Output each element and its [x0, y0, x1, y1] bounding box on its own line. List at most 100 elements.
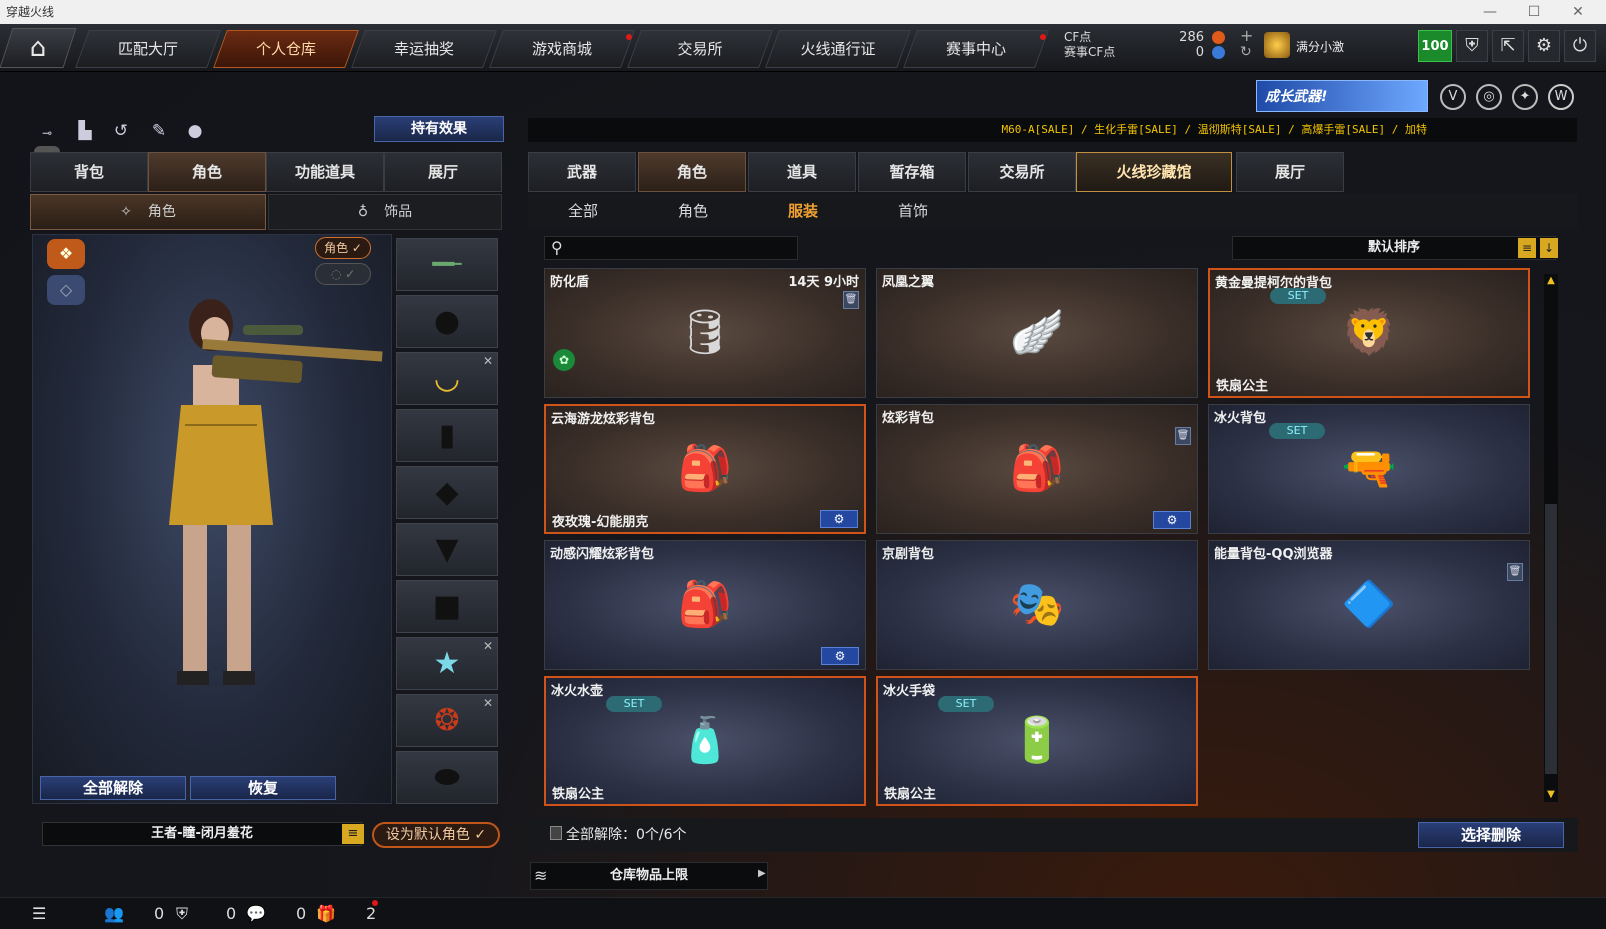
role-toggle-button[interactable]: 角色 ✓ [315, 237, 371, 259]
tab-event-center[interactable]: 赛事中心 [903, 30, 1049, 68]
slot-pants[interactable]: ■ [396, 580, 498, 633]
filter-clothing[interactable]: 服装 [748, 194, 858, 228]
trash-icon[interactable]: 🗑 [1175, 427, 1191, 445]
item-card[interactable]: 动感闪耀炫彩背包 🎒 ⚙ [544, 540, 866, 670]
return-icon[interactable]: ⇱ [1492, 30, 1524, 62]
search-input[interactable]: ⚲ [544, 236, 798, 260]
history-icon[interactable]: ↺ [108, 118, 134, 144]
shield-icon[interactable]: ⛨ [1456, 30, 1488, 62]
gear-icon[interactable]: ⚙ [1528, 30, 1560, 62]
item-card[interactable]: 冰火背包 SET 🔫 [1208, 404, 1530, 534]
trash-icon[interactable]: 🗑 [843, 291, 859, 309]
tab-exchange[interactable]: 交易所 [627, 30, 773, 68]
select-delete-button[interactable]: 选择删除 [1418, 822, 1564, 848]
remove-icon[interactable]: ✕ [483, 696, 493, 710]
slot-vest[interactable]: ▮ [396, 409, 498, 462]
release-all-button[interactable]: 全部解除 [40, 776, 186, 800]
tab-characters[interactable]: 角色 [638, 152, 746, 192]
item-card[interactable]: 炫彩背包 🗑 🎒 ⚙ [876, 404, 1198, 534]
maximize-icon[interactable]: ☐ [1514, 0, 1554, 24]
item-card[interactable]: 能量背包-QQ浏览器 🗑 🔷 [1208, 540, 1530, 670]
preset-menu-icon[interactable]: ≡ [342, 824, 364, 844]
effect-button[interactable]: 持有效果 [374, 116, 504, 142]
tab-trade[interactable]: 交易所 [968, 152, 1076, 192]
slot-backpack[interactable]: ▼ [396, 523, 498, 576]
item-card[interactable]: 冰火水壶 SET 🧴 铁扇公主 [544, 676, 866, 806]
trophy-icon[interactable]: ✦ [1512, 84, 1538, 110]
slot-shoes[interactable]: ⬬ [396, 751, 498, 804]
gift-icon[interactable]: 🎁 [316, 904, 336, 923]
tab-showroom[interactable]: 展厅 [384, 152, 502, 192]
tab-match-lobby[interactable]: 匹配大厅 [75, 30, 221, 68]
tab-character[interactable]: 角色 [148, 152, 266, 192]
globe-icon[interactable]: ◎ [1476, 84, 1502, 110]
slot-armor[interactable]: ◆ [396, 466, 498, 519]
expand-arrow-icon[interactable]: ▶ [758, 868, 766, 879]
tab-items[interactable]: 道具 [748, 152, 856, 192]
mask-emblem-icon[interactable]: ◇ [47, 275, 85, 305]
slot-weapon[interactable]: ━╾ [396, 238, 498, 291]
gear-icon[interactable]: ⚙ [821, 647, 859, 665]
tab-personal-storage[interactable]: 个人仓库 [213, 30, 359, 68]
preset-name[interactable]: 王者-瞳-闭月羞花 [42, 822, 362, 846]
w-badge-icon[interactable]: W [1548, 84, 1574, 110]
set-default-character-button[interactable]: 设为默认角色 ✓ [372, 822, 500, 848]
gear-icon[interactable]: ⚙ [1153, 511, 1191, 529]
chat-icon[interactable]: 💬 [246, 904, 266, 923]
vip-badge-icon[interactable]: V [1440, 84, 1466, 110]
sort-dropdown[interactable]: 默认排序 [1232, 236, 1556, 260]
tab-collection-hall[interactable]: 火线珍藏馆 [1076, 152, 1232, 192]
tab-game-shop[interactable]: 游戏商城 [489, 30, 635, 68]
tab-weapons[interactable]: 武器 [528, 152, 636, 192]
remove-icon[interactable]: ✕ [483, 639, 493, 653]
tab-gallery[interactable]: 展厅 [1236, 152, 1344, 192]
promo-banner[interactable]: 成长武器! [1256, 80, 1428, 112]
home-button[interactable]: ⌂ [0, 28, 77, 68]
slot-badge[interactable]: ★ ✕ [396, 637, 498, 690]
list-icon[interactable]: ☰ [32, 904, 46, 923]
scrollbar[interactable]: ▲ ▼ [1544, 274, 1558, 802]
slot-emblem[interactable]: ❂ ✕ [396, 694, 498, 747]
wolf-emblem-icon[interactable]: ❖ [47, 239, 85, 269]
tab-lucky-draw[interactable]: 幸运抽奖 [351, 30, 497, 68]
trash-icon[interactable]: 🗑 [1507, 563, 1523, 581]
filter-all[interactable]: 全部 [528, 194, 638, 228]
refresh-icon[interactable]: ↻ [1240, 44, 1252, 60]
minimize-icon[interactable]: — [1470, 0, 1510, 24]
release-all-checkbox[interactable] [550, 826, 562, 840]
restore-button[interactable]: 恢复 [190, 776, 336, 800]
scroll-down-icon[interactable]: ▼ [1544, 788, 1558, 802]
item-card[interactable]: 京剧背包 🎭 [876, 540, 1198, 670]
ranking-icon[interactable]: ▙ [72, 118, 98, 144]
sort-down-icon[interactable]: ↓ [1540, 238, 1558, 258]
clan-icon[interactable]: ⛨ [176, 904, 188, 924]
power-icon[interactable]: ⏻ [1564, 30, 1596, 62]
scroll-up-icon[interactable]: ▲ [1544, 274, 1558, 288]
paint-icon[interactable]: ✎ [146, 118, 172, 144]
slot-mask[interactable]: ◡ ✕ [396, 352, 498, 405]
tab-battle-pass[interactable]: 火线通行证 [765, 30, 911, 68]
sort-list-icon[interactable]: ≡ [1518, 238, 1536, 258]
item-card[interactable]: 防化盾 14天 9小时 🗑 🛢 ✿ [544, 268, 866, 398]
character-preview[interactable]: ❖ ◇ 角色 ✓ ◌ ✓ [32, 234, 392, 804]
subtab-character[interactable]: ✧ 角色 [30, 194, 266, 230]
item-card[interactable]: 云海游龙炫彩背包 🎒 夜玫瑰-幻能朋克 ⚙ [544, 404, 866, 534]
tab-temp-box[interactable]: 暂存箱 [858, 152, 966, 192]
item-card[interactable]: 黄金曼提柯尔的背包 SET 🦁 铁扇公主 [1208, 268, 1530, 398]
remove-icon[interactable]: ✕ [483, 354, 493, 368]
close-icon[interactable]: ✕ [1558, 0, 1598, 24]
friends-icon[interactable]: 👥 [104, 904, 124, 923]
filter-character[interactable]: 角色 [638, 194, 748, 228]
add-cf-icon[interactable]: + [1240, 26, 1253, 45]
gear-icon[interactable]: ⚙ [820, 510, 858, 528]
grenade-icon[interactable]: ● [182, 118, 208, 144]
hide-toggle-icon[interactable]: ◌ ✓ [315, 263, 371, 285]
tab-backpack[interactable]: 背包 [30, 152, 148, 192]
item-card[interactable]: 凤凰之翼 🪽 [876, 268, 1198, 398]
item-card[interactable]: 冰火手袋 SET 🔋 铁扇公主 [876, 676, 1198, 806]
storage-capacity-bar[interactable]: 仓库物品上限 [530, 862, 768, 890]
filter-jewelry[interactable]: 首饰 [858, 194, 968, 228]
subtab-accessories[interactable]: ♁ 饰品 [268, 194, 502, 230]
slot-head[interactable]: ● [396, 295, 498, 348]
toggle-off-icon[interactable]: ⊸OFF [34, 120, 60, 172]
